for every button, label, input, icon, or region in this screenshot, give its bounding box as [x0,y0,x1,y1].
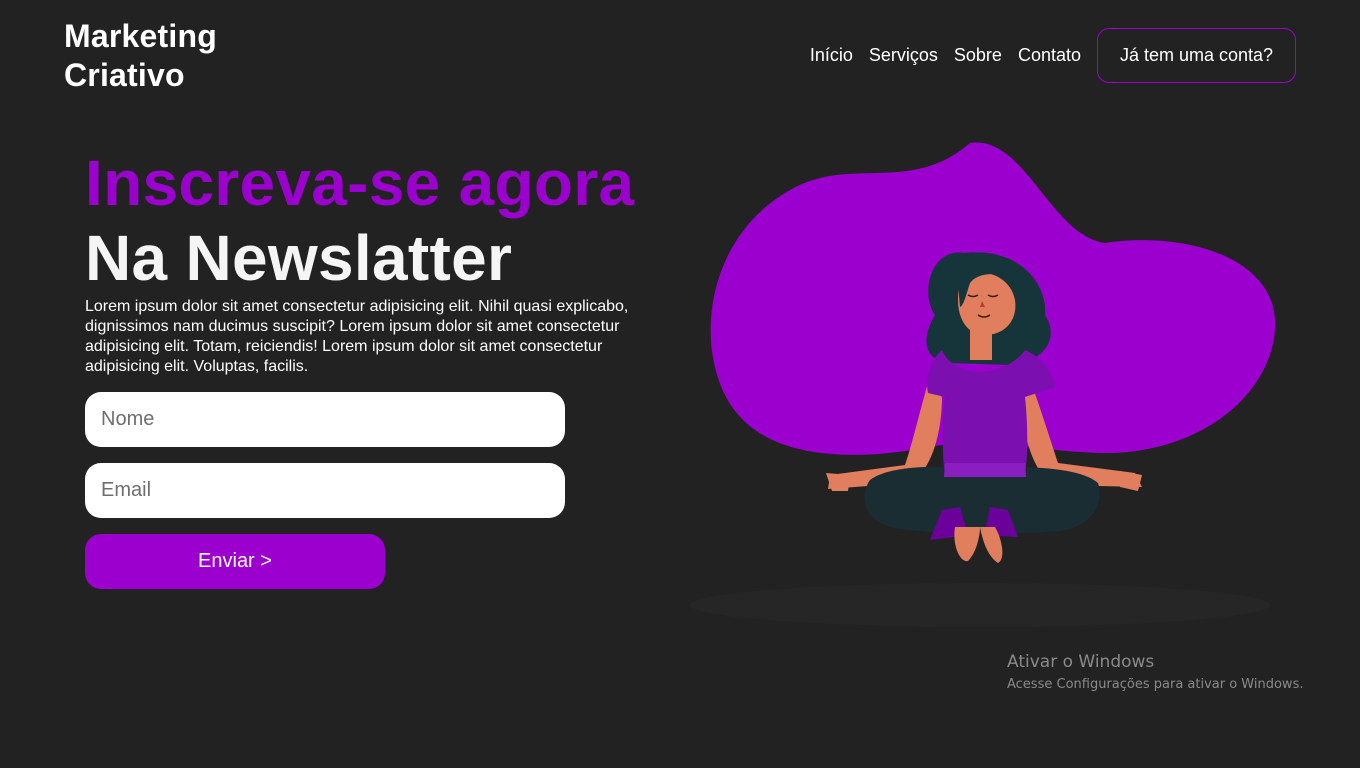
floor-shadow [690,583,1270,627]
hero-headline: Inscreva-se agora [85,147,635,219]
brand-logo[interactable]: Marketing Criativo [64,17,217,95]
nav-link-sobre[interactable]: Sobre [954,45,1002,66]
feet [954,527,1003,563]
hero-description: Lorem ipsum dolor sit amet consectetur a… [85,298,629,375]
login-button[interactable]: Já tem uma conta? [1097,28,1296,83]
windows-activation-watermark: Ativar o Windows Acesse Configurações pa… [1007,651,1303,695]
main-nav: Início Serviços Sobre Contato Já tem uma… [810,28,1296,83]
nav-link-inicio[interactable]: Início [810,45,853,66]
watermark-subtitle: Acesse Configurações para ativar o Windo… [1007,677,1304,692]
brand-line-2: Criativo [64,57,185,93]
hero-subheadline: Na Newslatter [85,222,513,294]
shirt-hem [944,463,1026,477]
right-hand [1120,471,1142,491]
nav-link-servicos[interactable]: Serviços [869,45,938,66]
submit-button[interactable]: Enviar > [85,534,385,589]
watermark-title: Ativar o Windows [1007,652,1155,672]
name-input[interactable] [85,392,565,447]
nav-link-contato[interactable]: Contato [1018,45,1081,66]
meditating-woman-illustration [690,142,1276,627]
email-input[interactable] [85,463,565,518]
brand-line-1: Marketing [64,18,217,54]
